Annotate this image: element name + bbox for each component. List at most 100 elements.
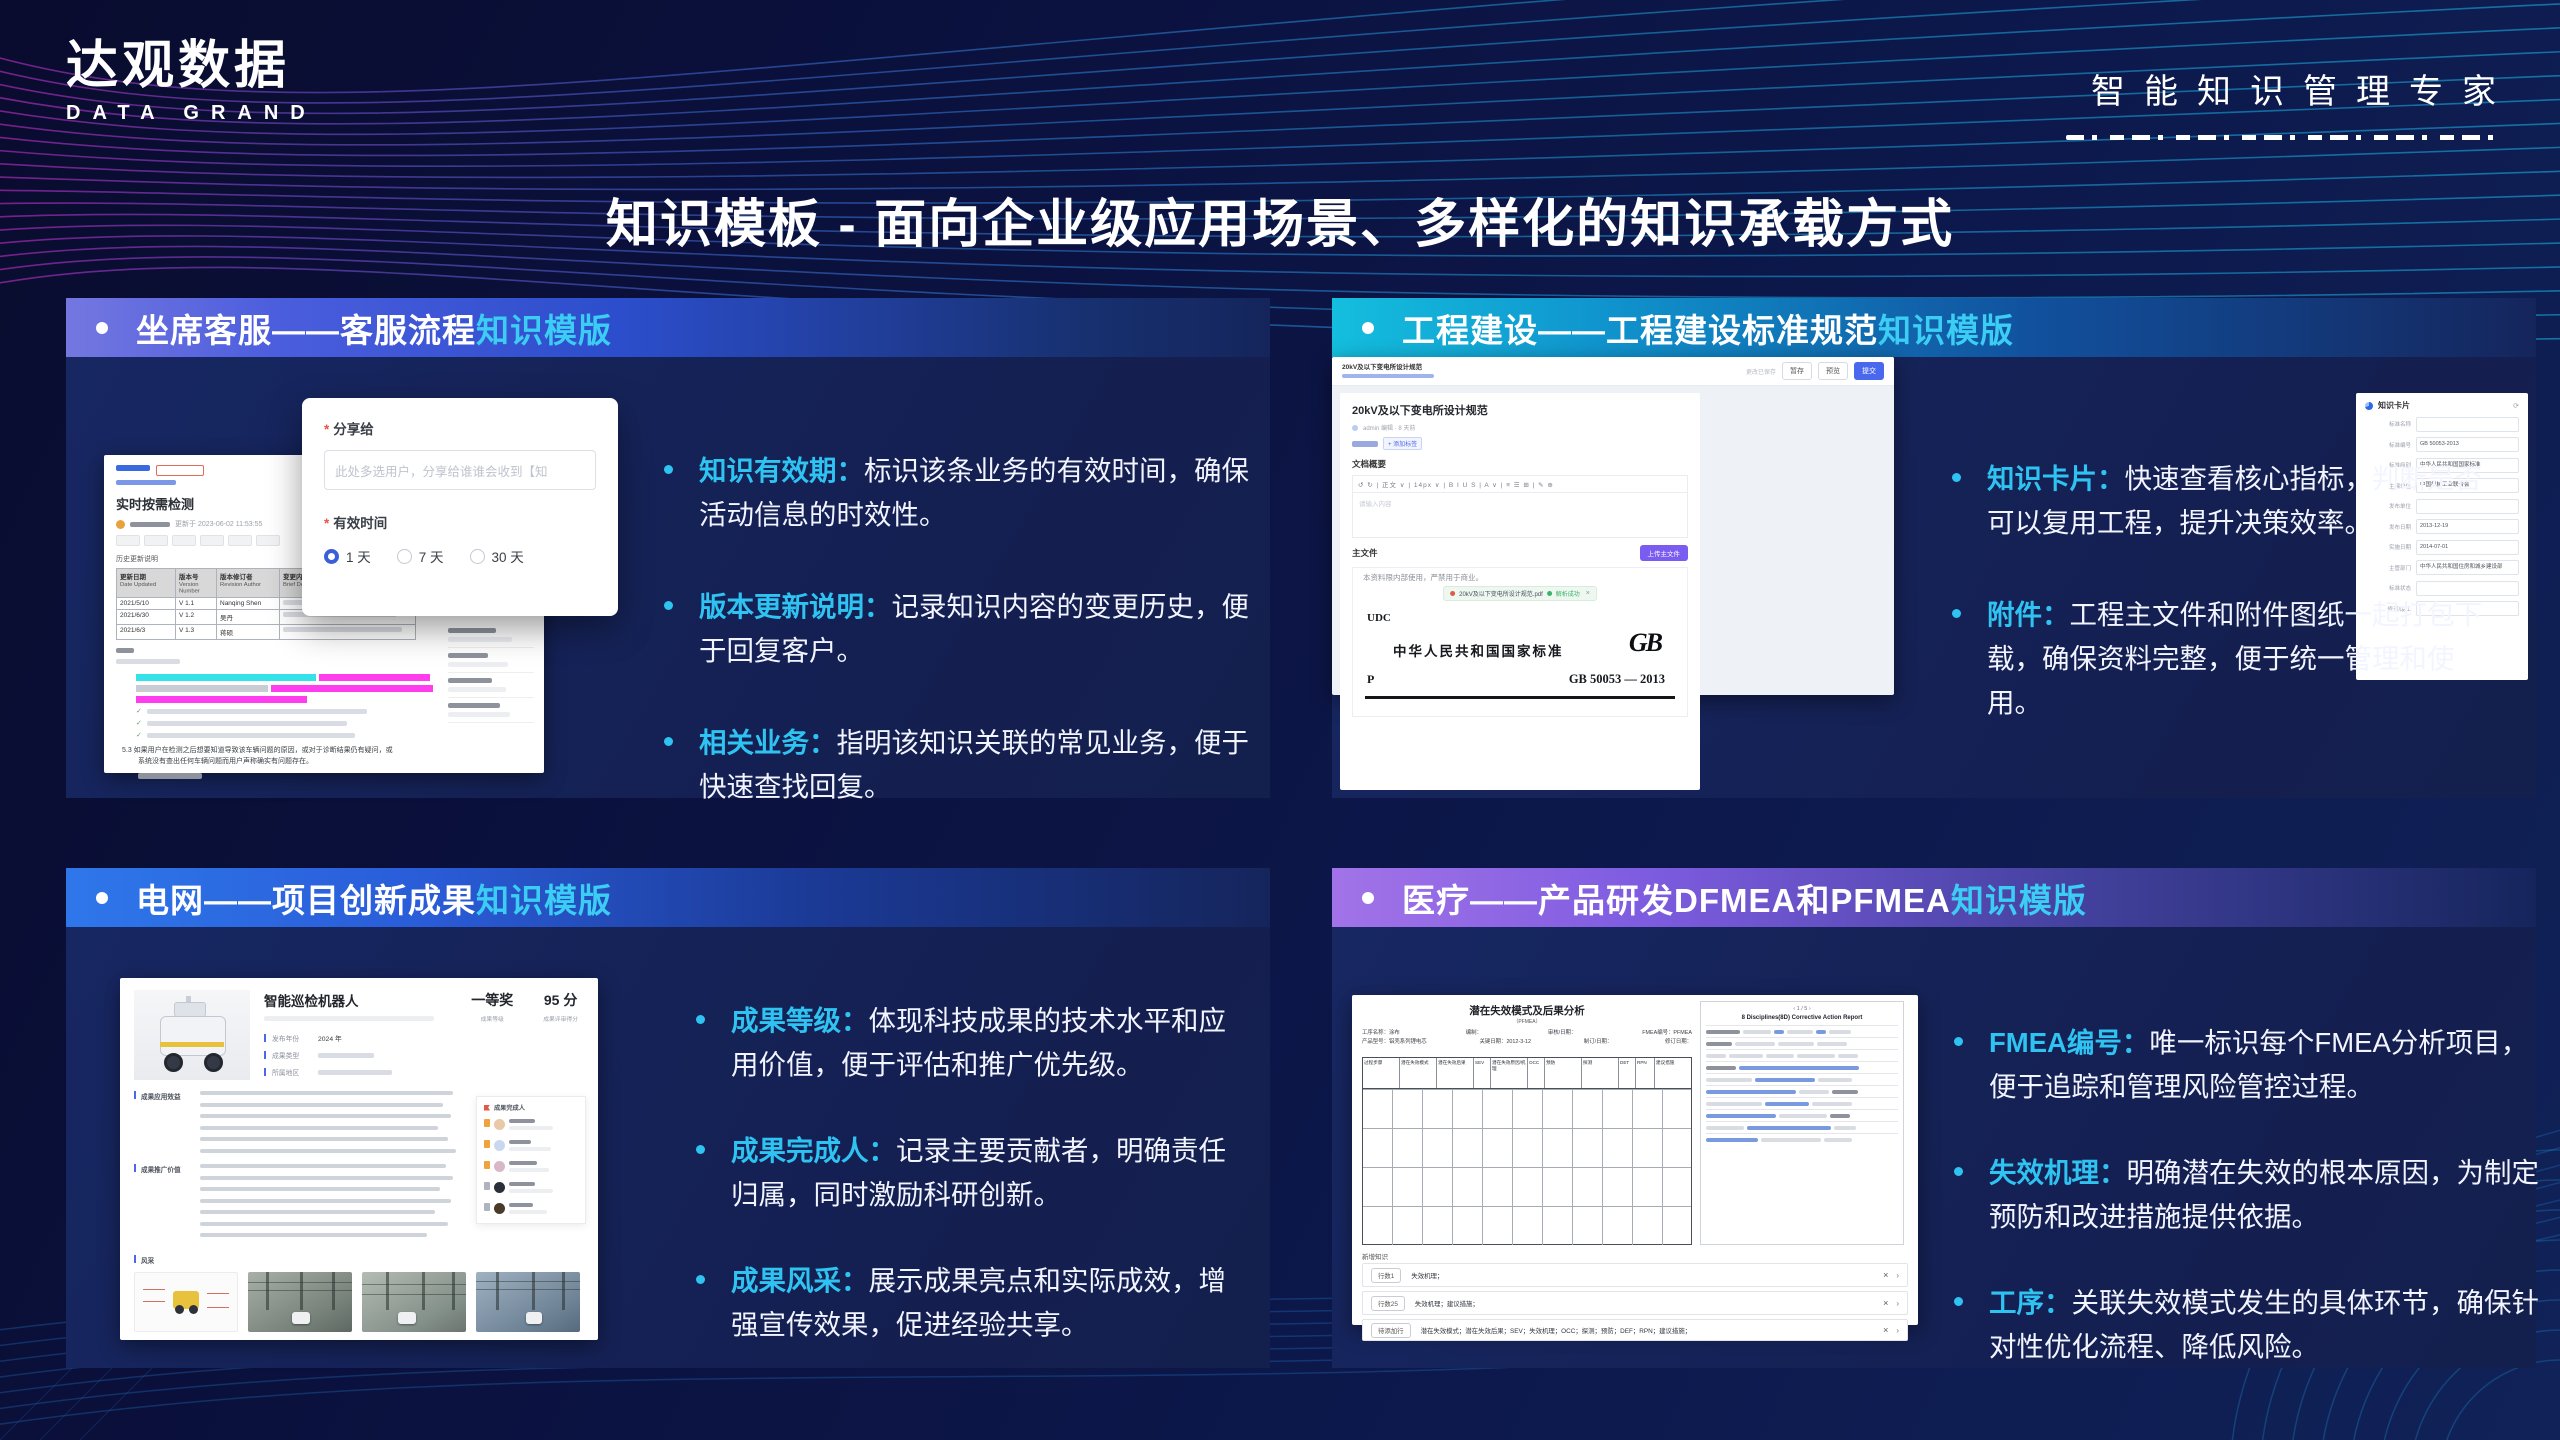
close-icon[interactable]: × bbox=[1586, 590, 1590, 597]
share-user-input[interactable]: 此处多选用户，分享给谁谁会收到【知 bbox=[324, 450, 596, 490]
tag-chip[interactable] bbox=[256, 535, 280, 546]
radio-icon bbox=[470, 549, 485, 564]
related-item[interactable] bbox=[448, 648, 534, 673]
related-item[interactable] bbox=[448, 698, 534, 723]
tag-chip[interactable] bbox=[172, 535, 196, 546]
standard-code: GB 50053 — 2013 bbox=[1569, 672, 1665, 687]
chevron-right-icon[interactable]: › bbox=[1896, 1271, 1899, 1280]
add-tag-button[interactable]: + 添加标签 bbox=[1383, 437, 1422, 450]
bullet-dot-icon bbox=[1952, 473, 1961, 482]
cell-date: 2021/6/30 bbox=[117, 610, 176, 625]
bold-note-placeholder bbox=[138, 773, 202, 779]
contributor-row[interactable] bbox=[484, 1161, 578, 1175]
contributor-row[interactable] bbox=[484, 1140, 578, 1154]
national-standard-title: 中华人民共和国国家标准 bbox=[1393, 640, 1564, 660]
knowledge-row[interactable]: 行数25 失效机理；建议措施； × › bbox=[1362, 1291, 1908, 1315]
award-label: 成果等级 bbox=[471, 1014, 513, 1023]
row-tag-button[interactable]: 行数25 bbox=[1371, 1296, 1405, 1311]
avatar bbox=[1352, 425, 1358, 431]
author-name-placeholder bbox=[130, 522, 170, 527]
col-header: 版本号Version Number bbox=[176, 569, 217, 598]
row-text: 潜在失效模式；潜在失效后果；SEV；失效机理；OCC；探测；预防；DEF；RPN… bbox=[1421, 1326, 1876, 1335]
editor-topbar: 20kV及以下变电所设计规范 更改已保存 暂存 预览 提交 bbox=[1332, 357, 1894, 386]
avatar bbox=[494, 1182, 505, 1193]
upload-mainfile-button[interactable]: 上传主文件 bbox=[1640, 545, 1689, 561]
panel-engineering: 工程建设——工程建设标准规范知识模版 20kV及以下变电所设计规范 更改已保存 … bbox=[1332, 298, 2536, 798]
submit-button[interactable]: 提交 bbox=[1854, 362, 1884, 380]
draft-button[interactable]: 暂存 bbox=[1782, 362, 1812, 380]
tag-chip[interactable] bbox=[200, 535, 224, 546]
panel-power-grid: 电网——项目创新成果知识模版 智能巡检机器人 发布年份2024 年 成果类型 所… bbox=[66, 868, 1270, 1368]
bullet-dot-icon bbox=[696, 1015, 705, 1024]
tag-chip[interactable] bbox=[116, 535, 140, 546]
chevron-right-icon[interactable]: › bbox=[1896, 1326, 1899, 1335]
related-item[interactable] bbox=[448, 673, 534, 698]
watermark-note: 本资料限内部使用，严禁用于商业。 bbox=[1353, 572, 1688, 583]
gb-logo: GB bbox=[1629, 628, 1661, 658]
tag-chip[interactable] bbox=[228, 535, 252, 546]
radio-1-day[interactable]: 1 天 bbox=[324, 546, 371, 566]
panel-title: 电网——项目创新成果知识模版 bbox=[136, 874, 612, 922]
editor-main-area: 20kV及以下变电所设计规范 admin 编辑 · 8 天前 + 添加标签 文档… bbox=[1340, 393, 1700, 695]
rank-badge bbox=[484, 1140, 490, 1148]
gallery-label: 风采 bbox=[134, 1255, 584, 1265]
related-item[interactable] bbox=[448, 623, 534, 648]
doc-title: 20kV及以下变电所设计规范 bbox=[1352, 402, 1688, 418]
bullet-dot-icon bbox=[96, 322, 108, 334]
close-icon[interactable]: × bbox=[1883, 1270, 1888, 1280]
contributor-row[interactable] bbox=[484, 1182, 578, 1196]
tagline-dashed-underline bbox=[2066, 135, 2496, 140]
tag-chip[interactable] bbox=[144, 535, 168, 546]
contributor-row[interactable] bbox=[484, 1119, 578, 1133]
substation-photo[interactable] bbox=[248, 1272, 352, 1332]
bullet-item: 成果风采：展示成果亮点和实际成效，增强宣传效果，促进经验共享。 bbox=[696, 1259, 1246, 1347]
fmea-meta: 工序名称：涂布编制：审核/日期：FMEA编号：PFMEA 产品型号：铝壳系列锂电… bbox=[1362, 1029, 1692, 1047]
substation-photo[interactable] bbox=[476, 1272, 580, 1332]
row-tag-button[interactable]: 行数1 bbox=[1371, 1268, 1401, 1283]
clause-53-text: 5.3 如果用户在检测之后想要知道导致该车辆问题的原因，或对于诊断结果仍有疑问，… bbox=[122, 746, 452, 767]
radio-30-days[interactable]: 30 天 bbox=[470, 546, 524, 566]
file-chip[interactable]: 20kV及以下变电所设计规范.pdf解析成功× bbox=[1443, 586, 1597, 601]
bullet-dot-icon bbox=[1362, 322, 1374, 334]
doc-meta: admin 编辑 · 8 天前 bbox=[1352, 423, 1688, 432]
close-icon[interactable]: × bbox=[1883, 1325, 1888, 1335]
substation-photo[interactable] bbox=[362, 1272, 466, 1332]
panel-agent-service: 坐席客服——客服流程知识模版 实时按需检测 更新于 2023-06-02 11:… bbox=[66, 298, 1270, 798]
bullet-dot-icon bbox=[664, 465, 673, 474]
add-knowledge-label: 新增知识 bbox=[1362, 1251, 1388, 1261]
success-icon bbox=[1547, 591, 1552, 596]
cell-version: V 1.3 bbox=[176, 625, 217, 640]
panel-title-main: 医疗——产品研发DFMEA和PFMEA bbox=[1402, 882, 1951, 919]
breadcrumb-placeholder bbox=[116, 480, 176, 485]
panel-bullet-list: 知识卡片：快速查看核心指标，判断是否可以复用工程，提升决策效率。 附件：工程主文… bbox=[1952, 457, 2482, 773]
achievement-title: 智能巡检机器人 bbox=[264, 990, 471, 1010]
editor-toolbar[interactable]: ↺ ↻ | 正文 ∨ | 14px ∨ | B I U S | A ∨ | ≡ … bbox=[1352, 475, 1688, 492]
avatar bbox=[494, 1119, 505, 1130]
innovation-achievement-screenshot: 智能巡检机器人 发布年份2024 年 成果类型 所属地区 一等奖成果等级 95 … bbox=[120, 978, 598, 1340]
cell-author: 蒋硕 bbox=[217, 625, 280, 640]
panel-bullet-list: 成果等级：体现科技成果的技术水平和应用价值，便于评估和推广优先级。 成果完成人：… bbox=[696, 999, 1246, 1389]
radio-icon bbox=[397, 549, 412, 564]
knowledge-row[interactable]: 行数1 失效机理； ×› bbox=[1362, 1263, 1908, 1287]
panel-title: 工程建设——工程建设标准规范知识模版 bbox=[1402, 304, 2014, 352]
chevron-right-icon[interactable]: › bbox=[1896, 1299, 1899, 1308]
summary-label-placeholder bbox=[116, 648, 134, 653]
rank-badge bbox=[484, 1119, 490, 1127]
editor-input[interactable]: 请输入内容 bbox=[1352, 492, 1688, 538]
row-tag-button[interactable]: 待添加行 bbox=[1371, 1323, 1411, 1338]
mainfile-row: 主文件 上传主文件 bbox=[1352, 545, 1688, 561]
knowledge-row[interactable]: 待添加行 潜在失效模式；潜在失效后果；SEV；失效机理；OCC；探测；预防；DE… bbox=[1362, 1319, 1908, 1341]
bullet-dot-icon bbox=[696, 1145, 705, 1154]
rank-badge bbox=[484, 1182, 490, 1190]
pager[interactable]: ‹ 1 / 5 › bbox=[1706, 1006, 1898, 1012]
preview-button[interactable]: 预览 bbox=[1818, 362, 1848, 380]
bullet-item: 成果完成人：记录主要贡献者，明确责任归属，同时激励科研创新。 bbox=[696, 1129, 1246, 1217]
robot-diagram-photo[interactable] bbox=[134, 1272, 238, 1332]
radio-7-days[interactable]: 7 天 bbox=[397, 546, 444, 566]
field-type: 成果类型 bbox=[264, 1050, 471, 1060]
bullet-dot-icon bbox=[1954, 1037, 1963, 1046]
cell-date: 2021/5/10 bbox=[117, 598, 176, 610]
row-text: 失效机理；建议措施； bbox=[1415, 1299, 1875, 1308]
contributor-row[interactable] bbox=[484, 1203, 578, 1217]
close-icon[interactable]: × bbox=[1883, 1298, 1888, 1308]
